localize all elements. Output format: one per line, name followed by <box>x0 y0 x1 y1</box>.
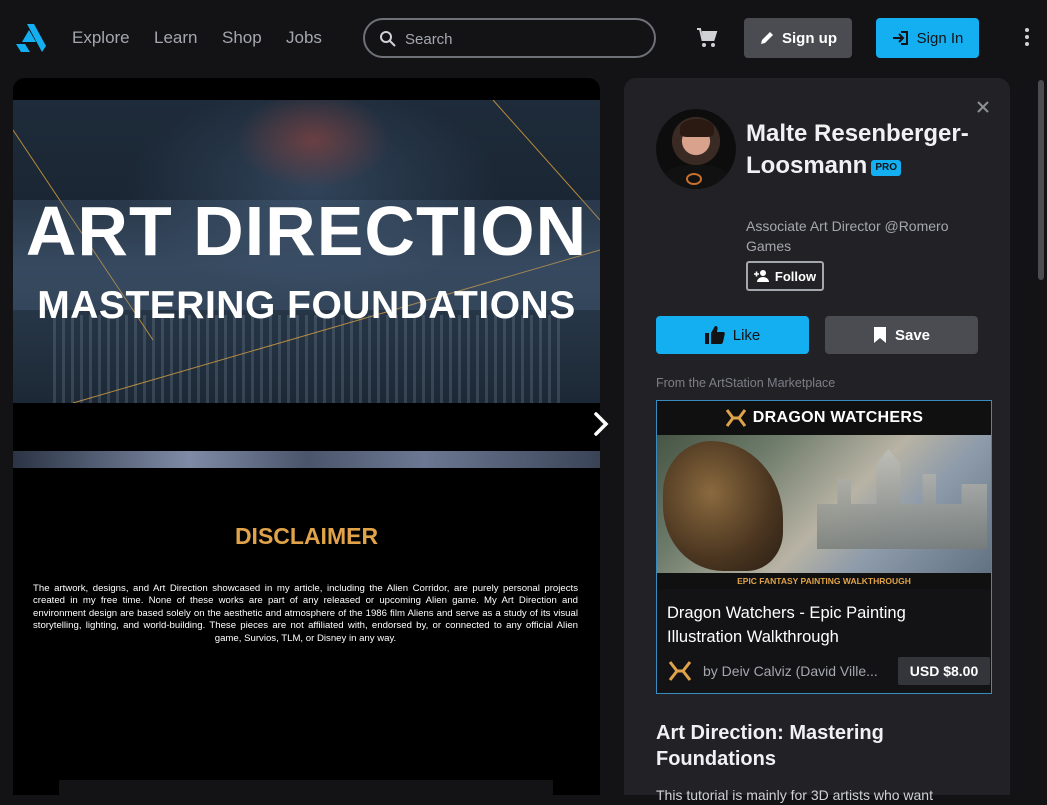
close-icon[interactable] <box>976 100 990 119</box>
product-price: USD $8.00 <box>898 657 990 685</box>
hero-title: ART DIRECTION <box>25 192 588 270</box>
artist-name-text: Malte Resenberger-Loosmann <box>746 120 969 179</box>
nav-shop-link[interactable]: Shop <box>222 28 262 48</box>
disclaimer-title: DISCLAIMER <box>234 523 379 549</box>
artstation-logo-icon[interactable] <box>12 22 48 54</box>
pencil-icon <box>761 32 773 44</box>
bookmark-icon <box>873 327 886 343</box>
artist-avatar[interactable] <box>656 109 736 189</box>
author-logo-icon <box>667 659 693 688</box>
add-user-icon <box>753 270 769 282</box>
article-title: Art Direction: Mastering Foundations <box>656 722 884 770</box>
sign-up-button[interactable]: Sign up <box>744 18 852 58</box>
artwork-hero-image: ART DIRECTION MASTERING FOUNDATIONS <box>13 100 600 403</box>
marketplace-label: From the ArtStation Marketplace <box>656 376 836 390</box>
next-image-arrow-icon[interactable] <box>588 408 614 445</box>
artist-job-title: Associate Art Director @Romero Games <box>746 218 949 254</box>
search-input[interactable] <box>405 29 645 49</box>
top-navigation-bar: Explore Learn Shop Jobs Sign up Sign In <box>0 0 1047 78</box>
second-image-preview <box>13 451 600 468</box>
floor-grate-decoration <box>53 315 563 403</box>
sign-in-label: Sign In <box>916 29 964 47</box>
article-intro: This tutorial is mainly for 3D artists w… <box>656 787 933 803</box>
follow-button[interactable]: Follow <box>746 261 824 291</box>
pro-badge: PRO <box>871 160 902 176</box>
sign-in-button[interactable]: Sign In <box>876 18 979 58</box>
next-image-preview <box>59 780 553 795</box>
dragon-watchers-logo-icon <box>725 409 746 427</box>
thumbs-up-icon <box>704 326 725 344</box>
save-label: Save <box>894 326 931 344</box>
sign-up-label: Sign up <box>782 29 837 47</box>
product-banner-title: DRAGON WATCHERS <box>752 409 924 426</box>
search-icon <box>380 31 396 47</box>
artwork-viewer: ART DIRECTION MASTERING FOUNDATIONS DISC… <box>13 78 600 795</box>
marketplace-product-card[interactable]: DRAGON WATCHERS EPIC FANTASY PAINTING WA… <box>656 400 992 694</box>
shopping-cart-icon[interactable] <box>695 26 719 55</box>
like-label: Like <box>732 326 761 344</box>
scrollbar-thumb[interactable] <box>1038 80 1044 280</box>
login-icon <box>892 31 908 45</box>
artist-name[interactable]: Malte Resenberger-Loosmann PRO <box>746 118 996 182</box>
nav-jobs-link[interactable]: Jobs <box>286 28 322 48</box>
follow-label: Follow <box>774 268 817 284</box>
more-options-icon[interactable] <box>1020 28 1034 48</box>
nav-explore-link[interactable]: Explore <box>72 28 130 48</box>
like-button[interactable]: Like <box>656 316 809 354</box>
page-scrollbar[interactable] <box>1035 78 1047 795</box>
nav-learn-link[interactable]: Learn <box>154 28 197 48</box>
search-box[interactable] <box>363 18 656 58</box>
product-thumbnail: DRAGON WATCHERS EPIC FANTASY PAINTING WA… <box>657 401 991 589</box>
save-button[interactable]: Save <box>825 316 978 354</box>
product-title[interactable]: Dragon Watchers - Epic Painting Illustra… <box>667 601 983 649</box>
hero-subtitle: MASTERING FOUNDATIONS <box>37 284 576 327</box>
artwork-details-panel: Malte Resenberger-Loosmann PRO Associate … <box>624 78 1010 803</box>
product-author[interactable]: by Deiv Calviz (David Ville... <box>703 663 898 679</box>
disclaimer-text: The artwork, designs, and Art Direction … <box>33 583 578 644</box>
product-banner-header: DRAGON WATCHERS <box>657 401 991 435</box>
product-banner-caption: EPIC FANTASY PAINTING WALKTHROUGH <box>657 573 991 589</box>
